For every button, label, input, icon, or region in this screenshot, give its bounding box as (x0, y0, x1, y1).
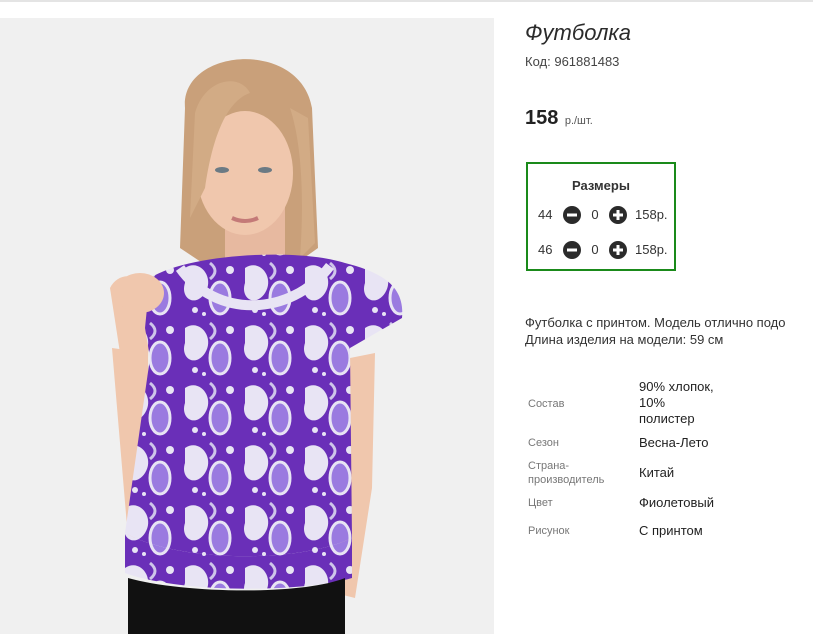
price-unit: р./шт. (564, 115, 593, 127)
minus-circle-icon (567, 213, 577, 217)
size-row: 46 0 158р. (538, 241, 678, 259)
property-value-composition: 90% хлопок, 10% полистер (639, 379, 714, 427)
size-label: 46 (538, 242, 553, 257)
description-line: Длина изделия на модели: 59 см (525, 332, 724, 347)
size-price: 158р. (635, 242, 668, 257)
product-code: Код: 961881483 (525, 54, 619, 69)
property-value-country: Китай (639, 465, 675, 480)
property-label-country: Страна- производитель (528, 459, 604, 487)
size-row: 44 0 158р. (538, 206, 678, 224)
product-price: 158 р./шт. (525, 107, 593, 130)
property-label-line: Страна- (528, 460, 570, 472)
size-label: 44 (538, 207, 553, 222)
product-photo[interactable] (0, 18, 494, 634)
property-label-pattern: Рисунок (528, 525, 570, 537)
top-divider (0, 0, 813, 2)
decrease-quantity-button[interactable] (563, 241, 581, 259)
property-value-season: Весна-Лето (639, 435, 709, 450)
property-value-pattern: С принтом (639, 523, 703, 538)
property-value-color: Фиолетовый (639, 495, 715, 510)
size-quantity: 0 (591, 242, 599, 257)
price-value: 158 (525, 107, 559, 129)
property-label-line: производитель (528, 474, 605, 486)
increase-quantity-button[interactable] (609, 241, 627, 259)
decrease-quantity-button[interactable] (563, 206, 581, 224)
product-code-label: Код: (525, 54, 551, 69)
increase-quantity-button[interactable] (609, 206, 627, 224)
plus-circle-icon (613, 210, 623, 220)
property-label-composition: Состав (528, 398, 565, 410)
property-value-line: 90% хлопок, (639, 379, 714, 394)
sizes-box: Размеры 44 0 158р. 46 0 158р. (526, 162, 676, 271)
product-description: Футболка с принтом. Модель отлично подо … (525, 314, 813, 348)
product-code-value: 961881483 (554, 54, 620, 69)
property-label-season: Сезон (528, 437, 559, 449)
size-quantity: 0 (591, 207, 599, 222)
property-value-line: 10% (639, 395, 666, 410)
minus-circle-icon (567, 248, 577, 252)
product-photo-illustration (110, 59, 403, 634)
sizes-heading: Размеры (572, 178, 630, 193)
plus-circle-icon (613, 245, 623, 255)
size-price: 158р. (635, 207, 668, 222)
property-value-line: полистер (639, 411, 695, 426)
description-line: Футболка с принтом. Модель отлично подо (525, 315, 786, 330)
property-label-color: Цвет (528, 497, 553, 509)
product-title: Футболка (525, 20, 631, 45)
